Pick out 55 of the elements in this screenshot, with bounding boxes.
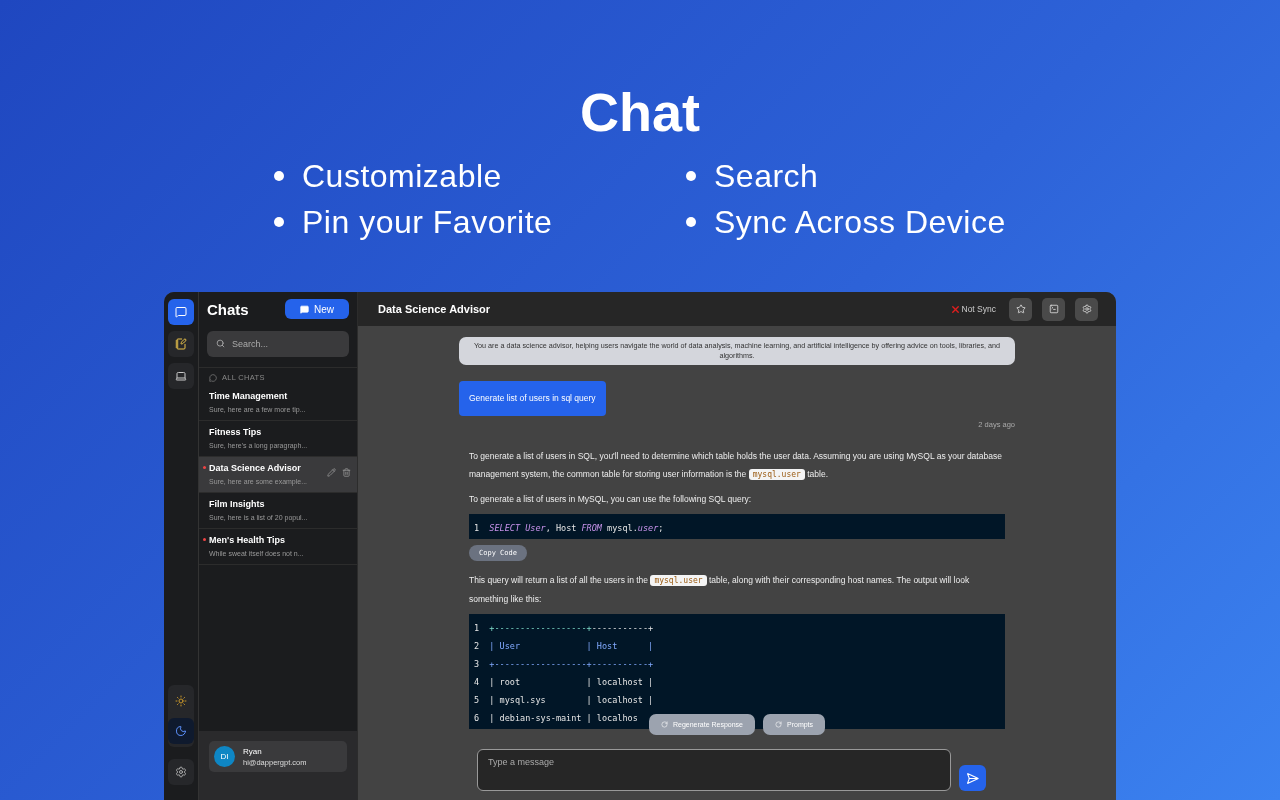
chat-nav-button[interactable] [168,299,194,325]
message-field[interactable]: Type a message [477,749,951,791]
sync-status: Not Sync [961,304,996,314]
feature-text: Search [714,158,819,194]
chat-title-heading: Data Science Advisor [378,303,492,315]
sun-icon [175,695,187,707]
laptop-icon [175,370,187,382]
response-paragraph: To generate a list of users in SQL, you'll need to determine which table holds the user data. Assuming you are using MySQL as your database management system, the common table for storing user information is the mysql.user table. [469,450,1003,482]
code-line: 1 SELECT User, Host FROM mysql.user; [473,522,664,535]
chat-icon [175,306,187,318]
settings-button[interactable] [1075,297,1098,321]
user-name: Ryan [243,746,263,756]
sidebar-title: Chats [207,300,249,318]
bullet-icon [686,171,696,181]
favorite-button[interactable] [1009,297,1032,321]
send-button[interactable] [959,765,986,791]
notes-nav-button[interactable] [168,331,194,357]
close-icon [949,303,961,315]
code-line: 5 | mysql.sys | localhost | [473,694,654,707]
delete-icon[interactable] [342,468,351,477]
search-icon [216,339,225,348]
code-line: 2 | User | Host | [473,640,654,653]
bullet-icon [274,171,284,181]
chat-title: Men's Health Tips [209,534,285,546]
user-message: Generate list of users in sql query [459,381,606,416]
bullet-icon [274,217,284,227]
chat-title: Data Science Advisor [209,462,301,474]
code-line: 4 | root | localhost | [473,676,654,689]
terminal-button[interactable] [1042,297,1065,321]
moon-icon [175,725,187,737]
code-line: 1 +------------------+-----------+ [473,622,654,635]
response-paragraph: To generate a list of users in MySQL, you can use the following SQL query: [469,493,753,506]
code-line: 6 | debian-sys-maint | localhos [473,712,638,725]
avatar: DI [214,746,235,767]
new-chat-button[interactable]: New [285,299,349,319]
terminal-icon [1048,304,1059,314]
star-icon [1015,304,1026,314]
feature-text: Customizable [302,158,502,194]
bullet-icon [686,217,696,227]
chat-title: Fitness Tips [209,426,262,438]
page-title: Chat [580,81,700,144]
response-paragraph: This query will return a list of all the users in the mysql.user table, along with their corresponding host names. The output will look something like this: [469,574,971,606]
settings-icon [175,766,187,778]
search-field[interactable]: Search... [207,331,349,357]
chat-title: Time Management [209,390,288,402]
code-line: 3 +------------------+-----------+ [473,658,654,671]
feature-text: Sync Across Device [714,204,1006,240]
settings-button[interactable] [168,759,194,785]
feature-text: Pin your Favorite [302,204,553,240]
notes-icon [175,338,187,350]
laptop-nav-button[interactable] [168,363,194,389]
settings-icon [1081,304,1092,314]
moon-theme-button[interactable] [168,718,194,744]
chat-title: Film Insights [209,498,265,510]
send-icon [966,771,979,785]
